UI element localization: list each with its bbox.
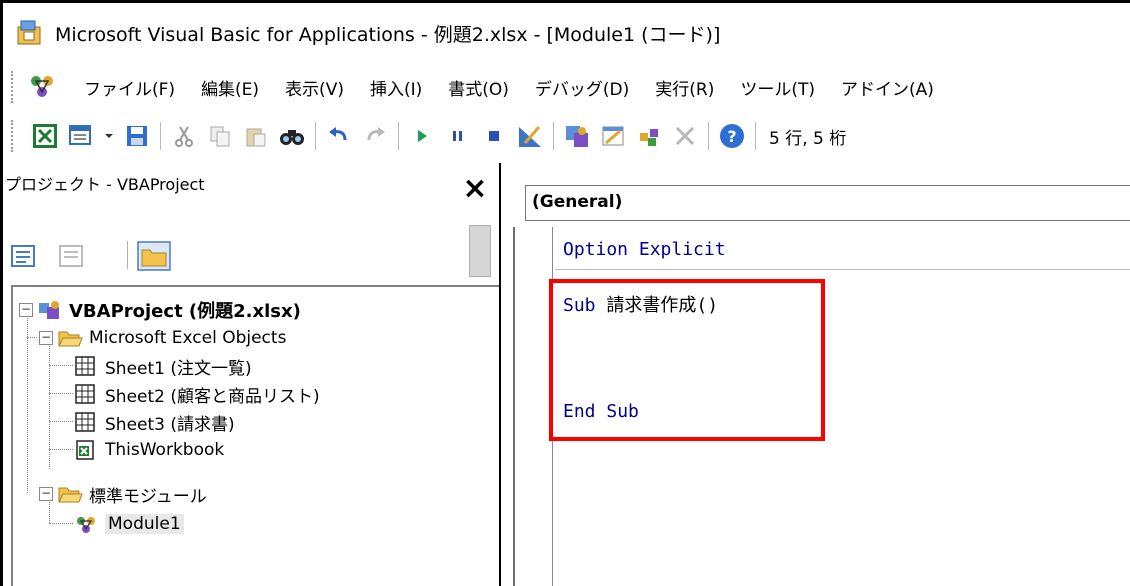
code-line-1: Option Explicit [563,239,726,260]
tree-connector [27,337,37,338]
redo-icon[interactable] [360,121,390,151]
workbook-icon [76,440,94,460]
reset-icon[interactable] [479,121,509,151]
collapse-icon[interactable]: − [39,331,53,345]
tree-label-module1: Module1 [105,514,184,534]
standard-toolbar: ? 5 行, 5 桁 [3,111,1130,161]
menu-addins[interactable]: アドイン(A) [828,75,947,100]
menu-tools[interactable]: ツール(T) [727,75,828,100]
folder-open-icon [58,331,83,347]
close-icon[interactable]: × [455,169,495,209]
title-bar: Microsoft Visual Basic for Applications … [3,3,1130,63]
cut-icon[interactable] [169,121,199,151]
properties-window-icon[interactable] [598,121,628,151]
project-explorer-icon[interactable] [562,121,592,151]
menu-edit[interactable]: 編集(E) [188,75,272,100]
code-keyword: Option [563,239,629,260]
worksheet-icon [75,356,95,376]
tree-label-excel-objects: Microsoft Excel Objects [89,328,287,348]
paste-icon[interactable] [241,121,271,151]
toolbar-separator [755,122,756,150]
tree-item-module1[interactable]: Module1 [73,509,184,539]
toolbar-separator [708,122,709,150]
worksheet-icon [75,384,95,404]
toolbar-separator [553,122,554,150]
cursor-position-label: 5 行, 5 桁 [769,128,847,149]
toolbar-separator [398,122,399,150]
tree-connector [49,523,73,524]
project-pane-title-bar: プロジェクト - VBAProject × [3,163,499,219]
tree-item-vbaproject[interactable]: − VBAProject (例題2.xlsx) [19,295,301,325]
tree-item-excel-objects[interactable]: − Microsoft Excel Objects [39,323,286,353]
margin-indicator-bar[interactable] [515,227,553,586]
project-tree: − VBAProject (例題2.xlsx) − Microsoft Exce… [11,285,499,586]
vba-app-icon [17,20,41,45]
annotation-highlight-box [549,279,825,441]
toolbar-separator [315,122,316,150]
menu-bar: ファイル(F) 編集(E) 表示(V) 挿入(I) 書式(O) デバッグ(D) … [3,63,1130,111]
view-code-icon[interactable] [9,241,39,271]
tree-connector [49,449,73,450]
vba-editor-window: Microsoft Visual Basic for Applications … [0,0,1130,586]
pane-toolbar-separator [127,241,128,269]
project-explorer-pane: プロジェクト - VBAProject × − VBAProject (例題2.… [3,163,499,586]
object-dropdown[interactable]: (General) [525,185,1130,221]
toggle-folders-icon[interactable] [137,241,171,271]
project-pane-toolbar [3,219,499,281]
copy-icon[interactable] [205,121,235,151]
save-icon[interactable] [122,121,152,151]
pane-splitter[interactable] [499,163,513,586]
run-icon[interactable] [407,121,437,151]
menubar-grip[interactable] [11,71,17,103]
tree-label-sheet3: Sheet3 (請求書) [105,414,235,435]
vba-menu-icon[interactable] [27,72,57,102]
tree-connector [49,365,73,366]
scrollbar-thumb[interactable] [469,225,491,277]
tree-item-sheet2[interactable]: Sheet2 (顧客と商品リスト) [73,379,320,409]
view-object-icon[interactable] [57,241,87,271]
tree-item-thisworkbook[interactable]: ThisWorkbook [73,435,224,465]
toolbar-separator [160,122,161,150]
collapse-icon[interactable]: − [19,303,33,317]
dropdown-arrow-icon[interactable] [102,121,116,151]
project-pane-title: プロジェクト - VBAProject [5,175,205,194]
code-keyword: Explicit [638,239,726,260]
menu-debug[interactable]: デバッグ(D) [522,75,642,100]
find-icon[interactable] [277,121,307,151]
collapse-icon[interactable]: − [39,487,53,501]
object-browser-icon[interactable] [634,121,664,151]
design-mode-icon[interactable] [515,121,545,151]
menu-run[interactable]: 実行(R) [642,75,727,100]
menu-insert[interactable]: 挿入(I) [357,75,435,100]
folder-open-icon [58,487,83,503]
break-icon[interactable] [443,121,473,151]
tree-connector [49,421,73,422]
menu-format[interactable]: 書式(O) [435,75,522,100]
menu-file[interactable]: ファイル(F) [71,75,188,100]
toolbar-grip[interactable] [11,120,17,152]
tree-label-sheet1: Sheet1 (注文一覧) [105,358,252,379]
view-excel-icon[interactable] [30,121,60,151]
vbaproject-icon [39,301,59,319]
menu-view[interactable]: 表示(V) [272,75,357,100]
tree-label-root: VBAProject (例題2.xlsx) [69,301,301,322]
tree-label-thisworkbook: ThisWorkbook [105,440,225,460]
tree-item-sheet1[interactable]: Sheet1 (注文一覧) [73,351,252,381]
window-title: Microsoft Visual Basic for Applications … [55,23,721,46]
tree-label-sheet2: Sheet2 (顧客と商品リスト) [105,386,320,407]
tree-item-sheet3[interactable]: Sheet3 (請求書) [73,407,235,437]
svg-text:?: ? [727,127,736,146]
tree-label-standard-modules: 標準モジュール [89,486,207,507]
insert-userform-icon[interactable] [66,121,96,151]
tree-item-standard-modules[interactable]: − 標準モジュール [39,479,207,509]
procedure-separator [555,269,1130,270]
tree-connector [49,393,73,394]
module-icon [77,517,95,533]
worksheet-icon [75,412,95,432]
toolbox-icon[interactable] [670,121,700,151]
help-icon[interactable]: ? [717,121,747,151]
undo-icon[interactable] [324,121,354,151]
